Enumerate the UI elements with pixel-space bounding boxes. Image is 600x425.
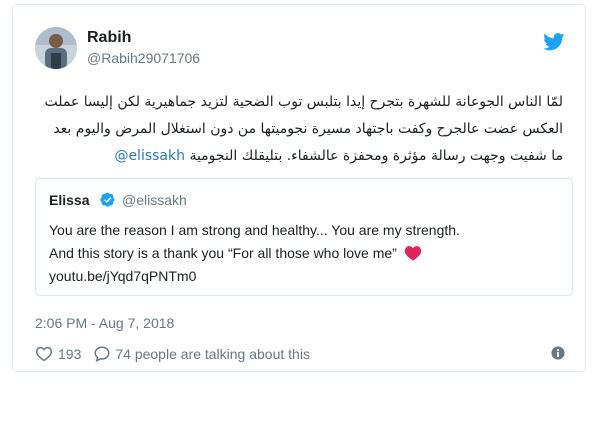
heart-outline-icon[interactable] — [35, 345, 53, 363]
mention-link[interactable]: @elissakh — [114, 148, 185, 164]
embedded-tweet-card: Rabih @Rabih29071706 لمّا الناس الجوعانة… — [12, 4, 586, 372]
twitter-bird-icon[interactable] — [543, 33, 565, 51]
info-icon[interactable] — [551, 346, 565, 360]
verified-badge-icon — [100, 192, 115, 207]
quoted-text-line-1: You are the reason I am strong and healt… — [49, 222, 460, 238]
red-heart-icon — [404, 246, 421, 261]
tweet-actions: 193 74 people are talking about this — [35, 344, 310, 364]
quoted-text-line-2-body: And this story is a thank you “For all t… — [49, 245, 397, 261]
conversation-count-text[interactable]: 74 people are talking about this — [115, 346, 310, 362]
quoted-tweet[interactable]: Elissa @elissakh You are the reason I am… — [35, 178, 573, 296]
tweet-text-line-3: ما شفيت وجهت رسالة مؤثرة ومحفزة عالشفاء.… — [35, 143, 563, 170]
tweet-text-line-3-body: ما شفيت وجهت رسالة مؤثرة ومحفزة عالشفاء.… — [189, 148, 563, 164]
quoted-author-name[interactable]: Elissa — [49, 192, 89, 208]
tweet-text-line-2: العكس عضت عالجرح وكفت باجتهاد مسيرة نجوم… — [53, 121, 563, 137]
author-avatar[interactable] — [35, 27, 77, 69]
author-name[interactable]: Rabih — [87, 29, 131, 47]
tweet-timestamp[interactable]: 2:06 PM - Aug 7, 2018 — [35, 315, 174, 331]
quoted-author-handle[interactable]: @elissakh — [122, 192, 187, 208]
reply-bubble-icon[interactable] — [93, 345, 111, 363]
quoted-link[interactable]: youtu.be/jYqd7qPNTm0 — [49, 268, 196, 284]
tweet-text-line-1: لمّا الناس الجوعانة للشهرة بتجرح إيدا بت… — [44, 94, 563, 110]
tweet-text: لمّا الناس الجوعانة للشهرة بتجرح إيدا بت… — [35, 89, 563, 170]
author-handle[interactable]: @Rabih29071706 — [87, 50, 200, 66]
like-count[interactable]: 193 — [58, 346, 81, 362]
quoted-text-line-2: And this story is a thank you “For all t… — [49, 245, 422, 261]
